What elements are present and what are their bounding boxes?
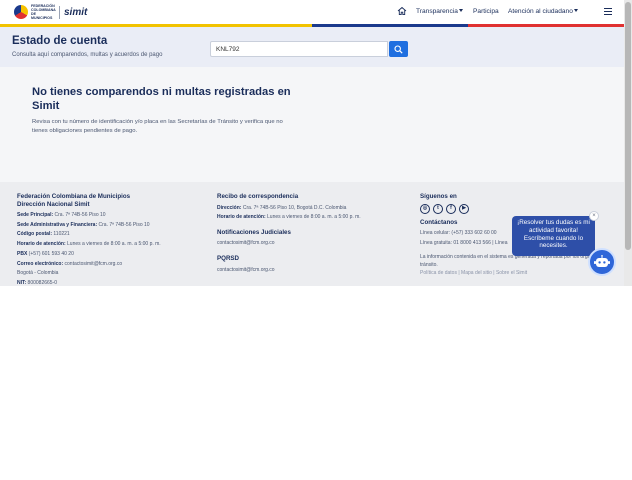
logo-text: FEDERACIÓN COLOMBIANA DE MUNICIPIOS — [31, 4, 56, 20]
footer-sede-admin: Sede Administrativa y Financiera: Cra. 7… — [17, 221, 150, 228]
footer-sede-principal: Sede Principal: Cra. 7ª 74B-56 Piso 10 — [17, 212, 106, 218]
footer-pbx: PBX (+57) 601 593 40 20 — [17, 250, 74, 257]
footer-nit: NIT: 800082665-0 — [17, 279, 58, 286]
chevron-down-icon — [458, 9, 463, 12]
nav-transparencia[interactable]: Transparencia — [416, 8, 463, 15]
search-button[interactable] — [389, 41, 408, 57]
nav-participa[interactable]: Participa — [473, 8, 499, 15]
simit-logo[interactable]: FEDERACIÓN COLOMBIANA DE MUNICIPIOS simi… — [14, 4, 87, 20]
instagram-icon[interactable]: ◎ — [420, 203, 430, 214]
logo-brand: simit — [64, 6, 88, 18]
facebook-icon[interactable]: f — [446, 203, 456, 214]
search-icon — [394, 44, 403, 54]
scrollbar-thumb[interactable] — [625, 2, 631, 250]
footer-fcm-subtitle: Dirección Nacional Simit — [17, 200, 90, 208]
footer-links[interactable]: Política de datos | Mapa del sitio | Sob… — [420, 269, 620, 279]
footer-horario-2: Horario de atención: Lunes a viernes de … — [217, 214, 361, 221]
chat-close-button[interactable]: × — [589, 211, 599, 221]
nav-atencion-label: Atención al ciudadano — [508, 8, 573, 15]
nav-participa-label: Participa — [473, 8, 499, 15]
page-subtitle: Consulta aquí comparendos, multas y acue… — [12, 52, 163, 58]
footer-horario: Horario de atención: Lunes a viernes de … — [17, 241, 161, 248]
footer-direccion: Dirección: Cra. 7ª 74B-56 Piso 10, Bogot… — [217, 204, 347, 211]
chat-tooltip: ¡Resolver tus dudas es mi actividad favo… — [512, 216, 595, 256]
result-panel: No tienes comparendos ni multas registra… — [0, 67, 624, 182]
footer-siguenos: Síguenos en — [420, 193, 457, 200]
chatbot-button[interactable] — [588, 248, 616, 276]
youtube-icon[interactable]: ▶ — [459, 203, 469, 214]
nav-atencion[interactable]: Atención al ciudadano — [508, 8, 578, 15]
page-viewport: FEDERACIÓN COLOMBIANA DE MUNICIPIOS simi… — [0, 0, 624, 286]
footer-col-correspondencia: Recibo de correspondencia Dirección: Cra… — [217, 193, 407, 275]
footer-notif-title: Notificaciones Judiciales — [217, 228, 291, 236]
page-scrollbar[interactable] — [624, 0, 632, 286]
robot-icon — [594, 255, 610, 267]
footer-col-fcm: Federación Colombiana de Municipios Dire… — [17, 193, 207, 286]
home-icon[interactable] — [397, 6, 407, 16]
footer-codigo-postal: Código postal: 110221 — [17, 231, 70, 238]
footer-fcm-title: Federación Colombiana de Municipios — [17, 193, 131, 200]
result-title: No tienes comparendos ni multas registra… — [32, 86, 291, 112]
result-text: Revisa con tu número de identificación y… — [32, 119, 283, 134]
footer-ciudad: Bogotá - Colombia — [17, 270, 59, 277]
page-title: Estado de cuenta — [12, 35, 108, 47]
twitter-icon[interactable]: t — [433, 203, 443, 214]
footer-correo: Correo electrónico: contactosimit@fcm.or… — [17, 260, 123, 267]
chevron-down-icon — [573, 9, 578, 12]
footer-notif-email[interactable]: contactosimit@fcm.org.co — [217, 239, 407, 249]
footer-pqrsd-email[interactable]: contactosimit@fcm.org.co — [217, 266, 407, 276]
search-input[interactable] — [210, 41, 388, 57]
fcm-logo-icon — [14, 5, 28, 19]
search-band: Estado de cuenta Consulta aquí comparend… — [0, 27, 624, 67]
menu-icon[interactable] — [604, 8, 612, 15]
footer-pqrsd-title: PQRSD — [217, 255, 240, 263]
logo-divider — [59, 5, 60, 19]
top-header: FEDERACIÓN COLOMBIANA DE MUNICIPIOS simi… — [0, 0, 624, 24]
nav-transparencia-label: Transparencia — [416, 8, 458, 15]
footer-recibo-title: Recibo de correspondencia — [217, 193, 299, 200]
